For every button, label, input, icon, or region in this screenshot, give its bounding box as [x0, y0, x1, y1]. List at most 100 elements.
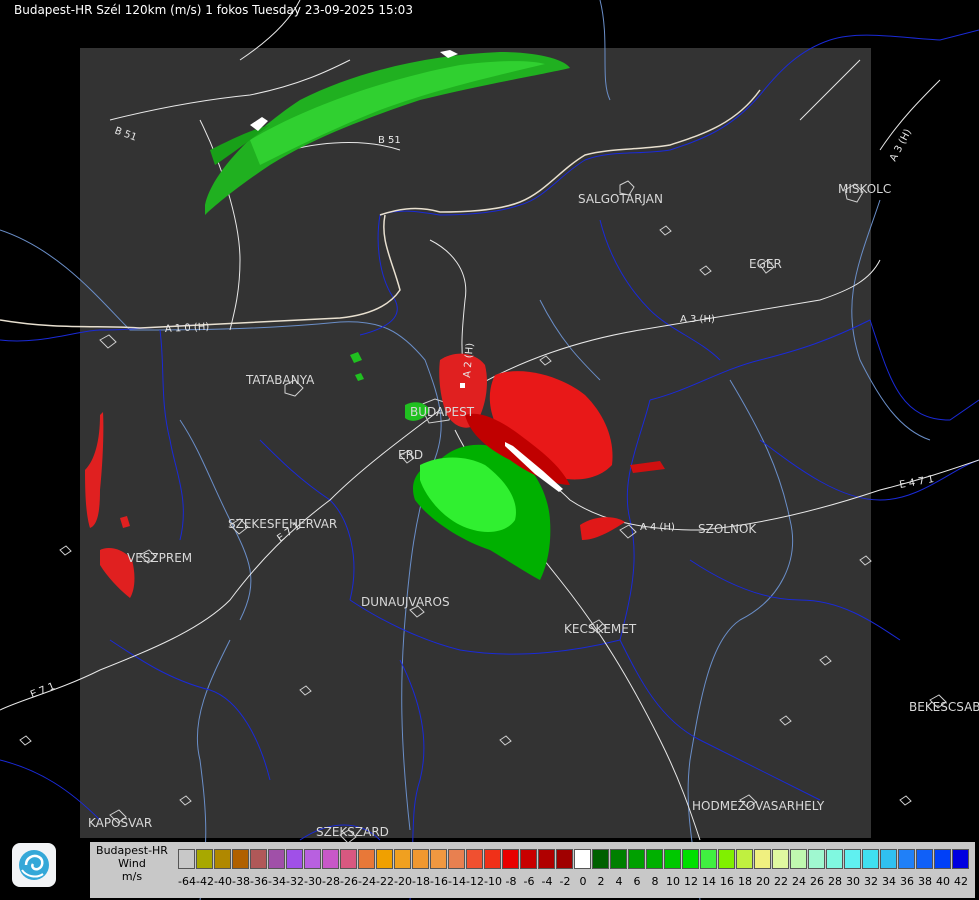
legend-tick-label: 40	[936, 875, 950, 888]
legend-quantity: Wind	[118, 857, 146, 870]
legend-swatch	[340, 849, 357, 869]
legend-swatch	[610, 849, 627, 869]
city-label-erd: ERD	[398, 448, 423, 462]
legend-tick-label: 42	[954, 875, 968, 888]
city-label-szekesfehervar: SZEKESFEHERVAR	[228, 517, 337, 531]
legend-tick-label: -34	[268, 875, 286, 888]
road-label-a3h-mid: A 3 (H)	[680, 314, 715, 325]
legend-tick-label: -40	[214, 875, 232, 888]
legend-tick-label: 30	[846, 875, 860, 888]
legend-swatch	[826, 849, 843, 869]
city-label-tatabanya: TATABANYA	[245, 373, 315, 387]
legend-swatch	[304, 849, 321, 869]
legend-swatch	[484, 849, 501, 869]
road-label-a1h: A 1 0 (H)	[165, 322, 210, 335]
legend-swatch	[502, 849, 519, 869]
legend-tick-label: -16	[430, 875, 448, 888]
legend-tick-label: -12	[466, 875, 484, 888]
legend-swatch	[178, 849, 195, 869]
legend-swatch	[718, 849, 735, 869]
legend-tick-label: -20	[394, 875, 412, 888]
road-label-e471: E 4 7 1	[899, 474, 935, 491]
legend-tick-label: 10	[666, 875, 680, 888]
legend-color-scale	[178, 849, 970, 869]
city-label-budapest: BUDAPEST	[410, 405, 475, 419]
map-canvas: SALGOTARJAN MISKOLC EGER TATABANYA BUDAP…	[0, 0, 979, 900]
legend-tick-label: -4	[541, 875, 553, 888]
legend-tick-label: 28	[828, 875, 842, 888]
legend-swatch	[754, 849, 771, 869]
map-title: Budapest-HR Szél 120km (m/s) 1 fokos Tue…	[14, 3, 413, 17]
legend-swatch	[196, 849, 213, 869]
legend-tick-label: -2	[559, 875, 571, 888]
legend-swatch	[934, 849, 951, 869]
city-label-dunaujvaros: DUNAUJVAROS	[361, 595, 450, 609]
legend-swatch	[520, 849, 537, 869]
city-label-szolnok: SZOLNOK	[698, 522, 757, 536]
legend-swatch	[916, 849, 933, 869]
legend-tick-label: -24	[358, 875, 376, 888]
legend-tick-label: 16	[720, 875, 734, 888]
legend-swatch	[232, 849, 249, 869]
swirl-logo-icon	[19, 850, 49, 880]
legend-tick-label: -36	[250, 875, 268, 888]
legend-tick-label: 14	[702, 875, 716, 888]
legend-swatch	[736, 849, 753, 869]
city-label-miskolc: MISKOLC	[838, 182, 891, 196]
legend-swatch	[286, 849, 303, 869]
legend-tick-label: 26	[810, 875, 824, 888]
legend-swatch	[808, 849, 825, 869]
legend-swatch	[394, 849, 411, 869]
velocity-legend: Budapest-HR Wind m/s -64 -42 -40 -38 -36 -34-…	[90, 842, 975, 898]
legend-swatch	[214, 849, 231, 869]
legend-swatch	[646, 849, 663, 869]
city-label-hodmezovasarhely: HODMEZOVASARHELY	[692, 799, 825, 813]
legend-swatch	[844, 849, 861, 869]
legend-tick-label: -22	[376, 875, 394, 888]
legend-swatch	[358, 849, 375, 869]
legend-tick-label: 22	[774, 875, 788, 888]
met-service-logo	[12, 843, 56, 887]
legend-tick-label: 18	[738, 875, 752, 888]
legend-tick-labels: -64 -42 -40 -38 -36 -34 -32 -30 -28 -26 -24 -22 -20-…	[178, 875, 970, 889]
legend-tick-label: -28	[322, 875, 340, 888]
legend-tick-label: 2	[597, 875, 605, 888]
legend-swatch	[772, 849, 789, 869]
legend-tick-label: -42	[196, 875, 214, 888]
road-label-a4h: A 4 (H)	[640, 522, 675, 533]
legend-tick-label: -38	[232, 875, 250, 888]
legend-tick-label: -64	[178, 875, 196, 888]
legend-swatch	[898, 849, 915, 869]
legend-swatch	[376, 849, 393, 869]
legend-tick-label: 6	[633, 875, 641, 888]
legend-tick-label: 32	[864, 875, 878, 888]
legend-swatch	[664, 849, 681, 869]
legend-swatch	[628, 849, 645, 869]
legend-swatch	[790, 849, 807, 869]
road-label-b51-lower: B 51	[378, 135, 401, 146]
legend-title: Budapest-HR Wind m/s	[90, 844, 174, 883]
radar-wind-map: SALGOTARJAN MISKOLC EGER TATABANYA BUDAP…	[0, 0, 979, 900]
legend-tick-label: 4	[615, 875, 623, 888]
legend-swatch	[466, 849, 483, 869]
legend-swatch	[880, 849, 897, 869]
city-label-kaposvar: KAPOSVAR	[88, 816, 152, 830]
legend-swatch	[268, 849, 285, 869]
legend-swatch	[700, 849, 717, 869]
legend-swatch	[538, 849, 555, 869]
legend-tick-label: -18	[412, 875, 430, 888]
legend-swatch	[862, 849, 879, 869]
legend-tick-label: 0	[579, 875, 587, 888]
legend-tick-label: -6	[523, 875, 535, 888]
legend-tick-label: -32	[286, 875, 304, 888]
legend-tick-label: 8	[651, 875, 659, 888]
legend-swatch	[682, 849, 699, 869]
city-label-salgotarjan: SALGOTARJAN	[578, 192, 663, 206]
legend-tick-label: -10	[484, 875, 502, 888]
legend-swatch	[592, 849, 609, 869]
legend-tick-label: 34	[882, 875, 896, 888]
legend-swatch	[412, 849, 429, 869]
legend-swatch	[322, 849, 339, 869]
legend-tick-label: -30	[304, 875, 322, 888]
legend-station: Budapest-HR	[96, 844, 168, 857]
